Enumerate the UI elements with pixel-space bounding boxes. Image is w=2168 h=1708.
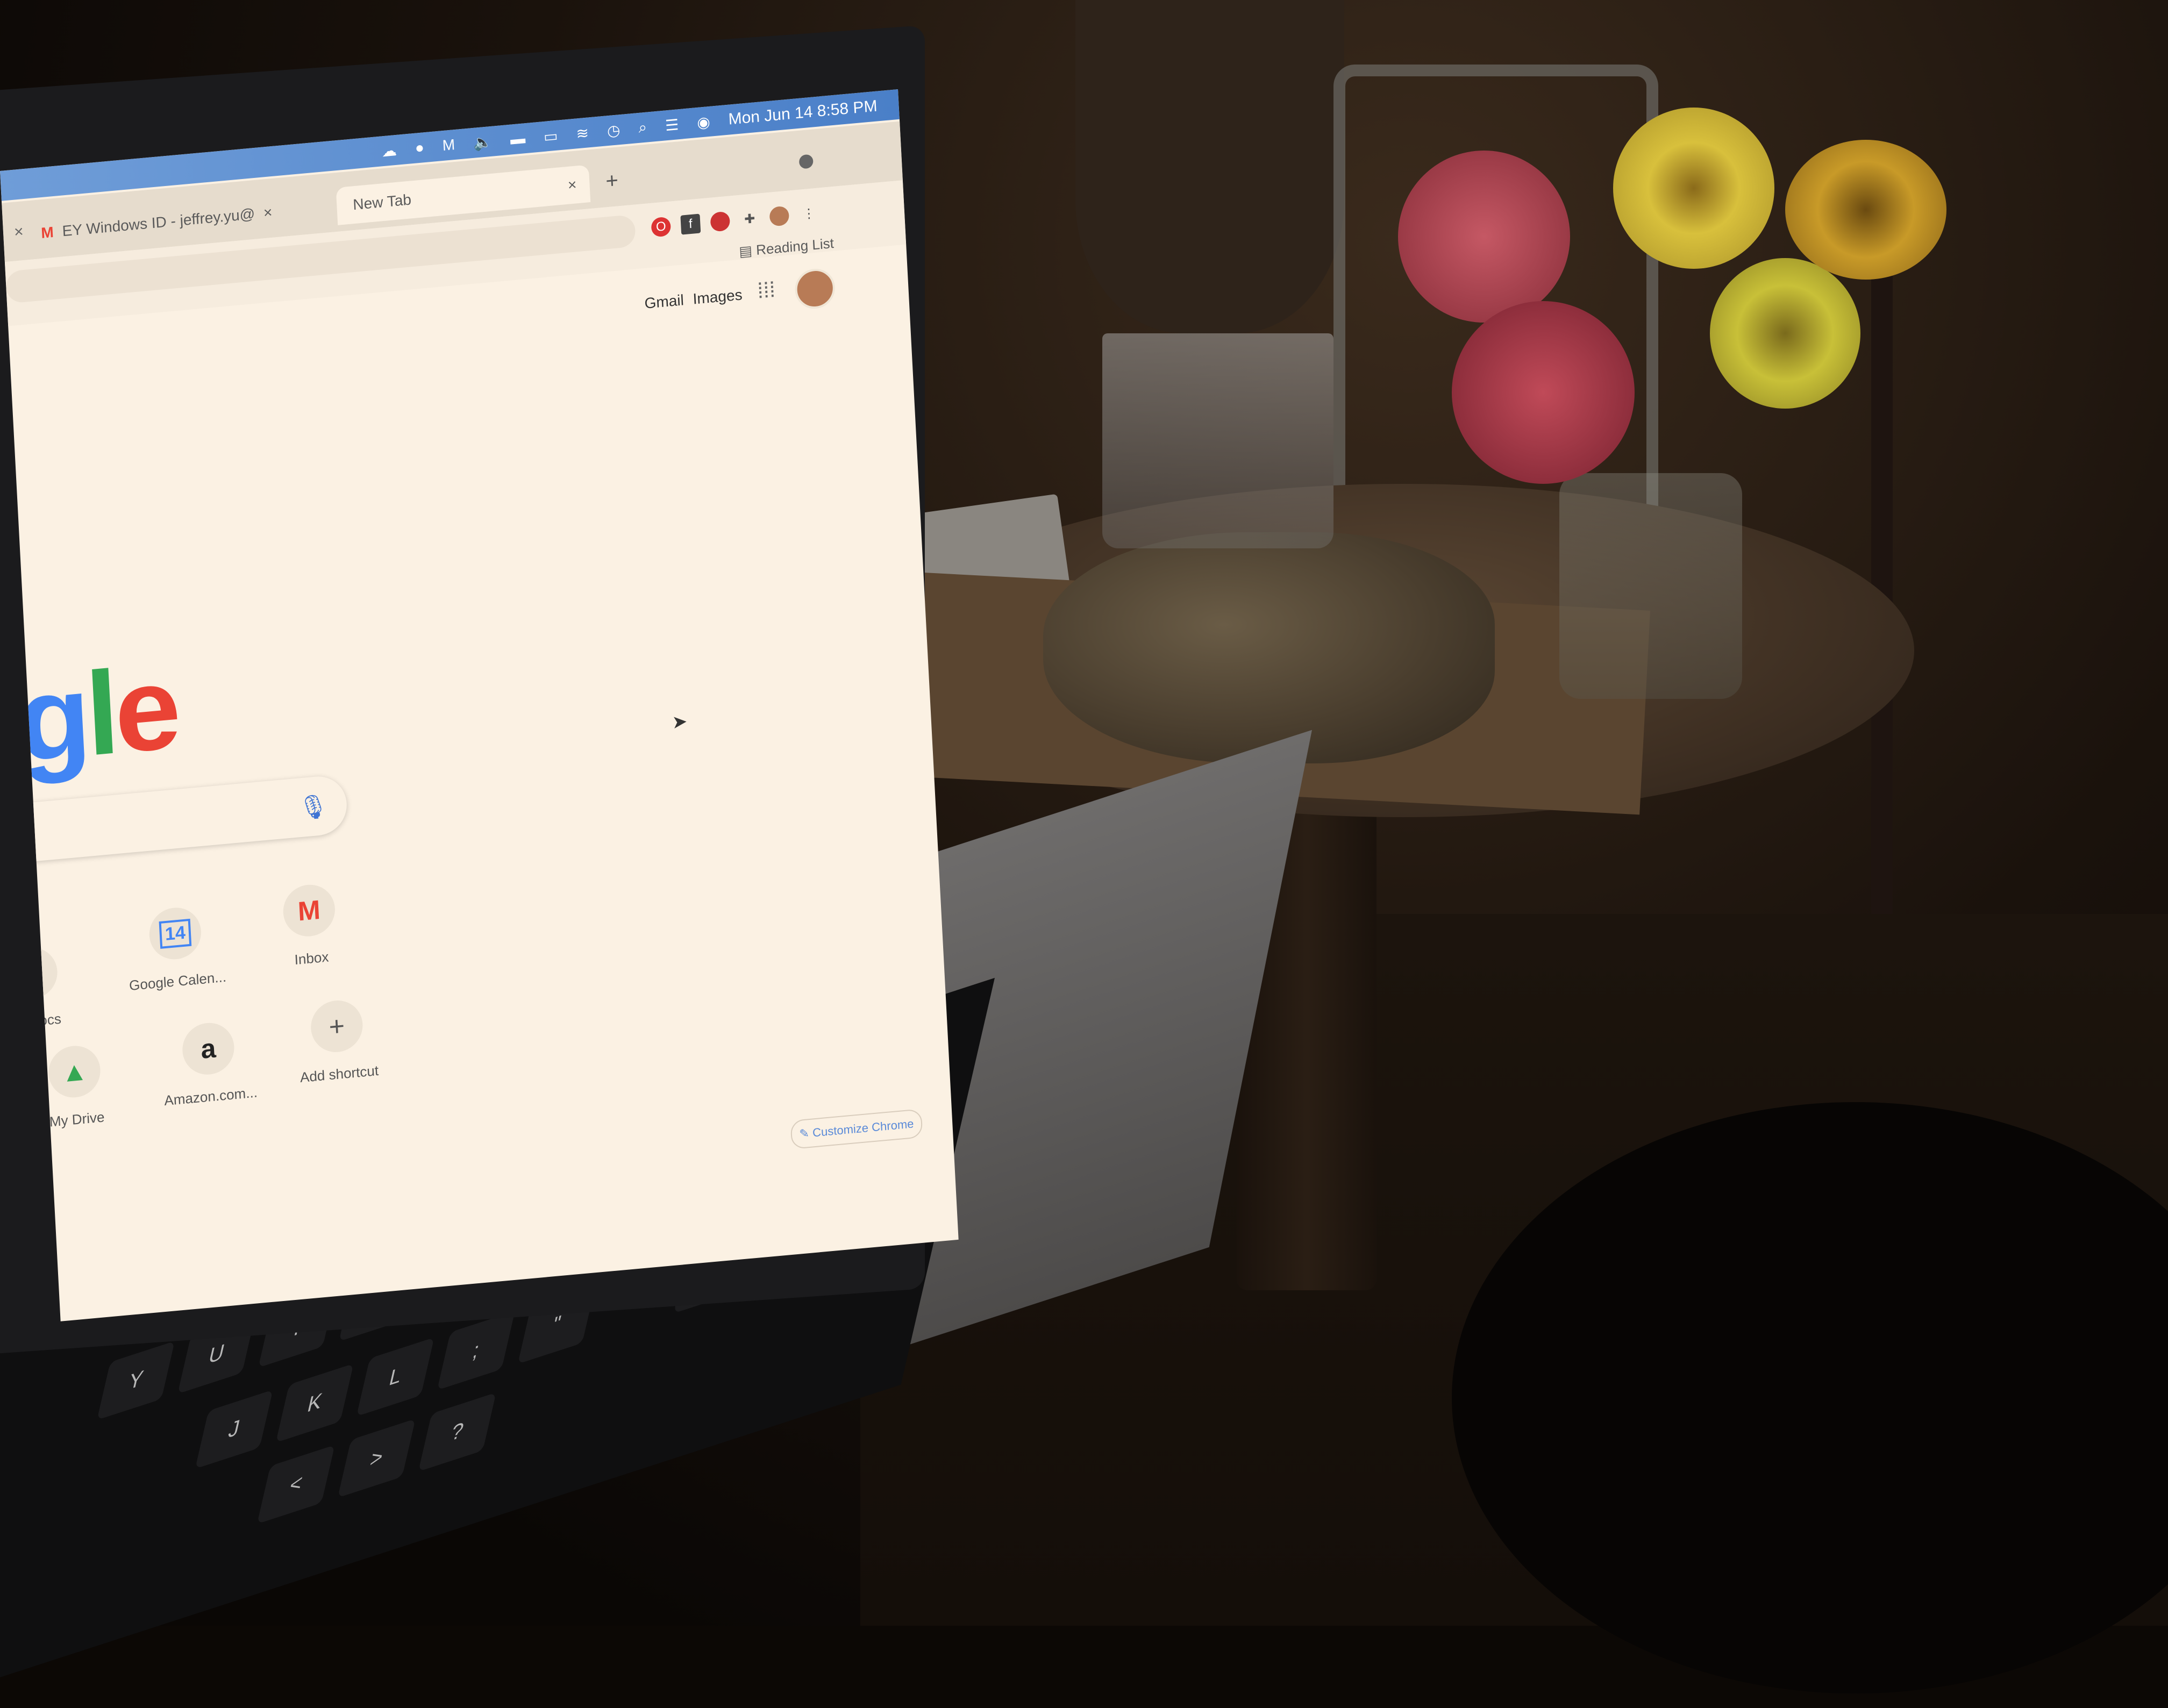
search-input[interactable] bbox=[0, 774, 348, 871]
key-l[interactable]: L bbox=[356, 1337, 434, 1417]
us-flag-icon[interactable]: ▬ bbox=[510, 130, 526, 148]
reading-list-label: Reading List bbox=[755, 234, 835, 258]
customize-chrome-button[interactable]: ✎ Customize Chrome bbox=[790, 1109, 923, 1150]
tab-label: EY Windows ID - jeffrey.yu@ bbox=[61, 205, 255, 240]
key-k[interactable]: K bbox=[275, 1363, 354, 1443]
shortcut-label: My Drive bbox=[49, 1109, 105, 1130]
gmail-link[interactable]: Gmail bbox=[644, 291, 684, 312]
yellow-daisy bbox=[1710, 258, 1860, 409]
shortcut-label: Inbox bbox=[294, 948, 330, 968]
pink-rose bbox=[1452, 301, 1635, 484]
new-tab-button[interactable]: + bbox=[605, 168, 619, 194]
shortcut-label: Amazon.com... bbox=[163, 1084, 258, 1109]
profile-avatar-icon[interactable] bbox=[769, 205, 790, 227]
gmail-icon: M bbox=[282, 882, 337, 939]
puzzle-extensions-icon[interactable]: ✚ bbox=[739, 209, 760, 230]
microphone-icon[interactable]: 🎙 bbox=[297, 792, 329, 826]
shortcut-calendar[interactable]: 14 Google Calen... bbox=[109, 902, 243, 996]
amazon-icon: a bbox=[181, 1020, 236, 1077]
key-semicolon[interactable]: ; bbox=[437, 1311, 515, 1390]
plus-icon: + bbox=[309, 998, 364, 1055]
close-icon[interactable]: × bbox=[263, 204, 273, 221]
pokeball-extension-icon[interactable] bbox=[710, 211, 731, 232]
reading-list-button[interactable]: ▤ Reading List bbox=[739, 235, 835, 260]
bread-loaf bbox=[1043, 532, 1495, 763]
dark-circle-icon[interactable]: ● bbox=[415, 139, 425, 156]
opera-extension-icon[interactable]: O bbox=[651, 216, 672, 238]
key-comma[interactable]: < bbox=[256, 1445, 335, 1524]
close-icon[interactable]: × bbox=[567, 176, 577, 194]
volume-icon[interactable]: 🔈 bbox=[473, 132, 493, 152]
avatar[interactable] bbox=[794, 267, 836, 311]
battery-icon[interactable]: ▭ bbox=[543, 126, 558, 145]
key-slash[interactable]: ? bbox=[418, 1392, 496, 1472]
key-j[interactable]: J bbox=[195, 1390, 273, 1469]
kebab-menu-icon[interactable]: ⋮ bbox=[798, 203, 819, 224]
gmail-icon: M bbox=[40, 223, 54, 241]
m-app-icon[interactable]: M bbox=[442, 136, 455, 154]
calendar-icon: 14 bbox=[148, 905, 203, 962]
customize-label: Customize Chrome bbox=[812, 1117, 915, 1140]
clock-icon[interactable]: ◷ bbox=[607, 121, 621, 140]
images-link[interactable]: Images bbox=[693, 286, 743, 308]
mouse-cursor-icon: ➤ bbox=[671, 711, 688, 733]
flower-vase bbox=[1559, 473, 1742, 699]
tab-label: New Tab bbox=[352, 191, 412, 213]
shortcut-inbox[interactable]: M Inbox bbox=[243, 879, 376, 973]
logo-letter-e: e bbox=[111, 640, 180, 778]
key-y[interactable]: Y bbox=[97, 1341, 175, 1420]
water-cup bbox=[1102, 333, 1333, 548]
add-shortcut-button[interactable]: + Add shortcut bbox=[271, 995, 404, 1088]
shortcut-amazon[interactable]: a Amazon.com... bbox=[142, 1017, 276, 1111]
siri-icon[interactable]: ◉ bbox=[696, 112, 710, 131]
key-period[interactable]: > bbox=[337, 1418, 416, 1498]
tab-search-icon[interactable] bbox=[798, 154, 814, 169]
google-logo-partial: gle bbox=[15, 639, 180, 789]
spotlight-search-icon[interactable]: ⌕ bbox=[638, 118, 647, 137]
control-center-icon[interactable]: ☰ bbox=[665, 116, 679, 134]
laptop-screen: ☁ ● M 🔈 ▬ ▭ ≋ ◷ ⌕ ☰ ◉ Mon Jun 14 8:58 PM… bbox=[0, 89, 959, 1321]
creative-cloud-icon[interactable]: ☁ bbox=[381, 141, 397, 160]
drive-icon: ▲ bbox=[47, 1044, 102, 1100]
pencil-icon: ✎ bbox=[798, 1126, 813, 1141]
shortcut-label: Add shortcut bbox=[299, 1062, 379, 1086]
yellow-daisy bbox=[1785, 140, 1946, 280]
reading-list-icon: ▤ bbox=[738, 242, 757, 260]
facebook-extension-icon[interactable]: f bbox=[680, 213, 701, 235]
seated-person bbox=[1075, 0, 1344, 333]
yellow-daisy bbox=[1613, 108, 1774, 269]
pink-rose bbox=[1398, 151, 1570, 323]
shortcut-label: Google Calen... bbox=[129, 968, 227, 994]
wifi-icon[interactable]: ≋ bbox=[576, 124, 589, 142]
google-apps-grid-icon[interactable]: ⁞⁞⁞ bbox=[757, 277, 785, 306]
